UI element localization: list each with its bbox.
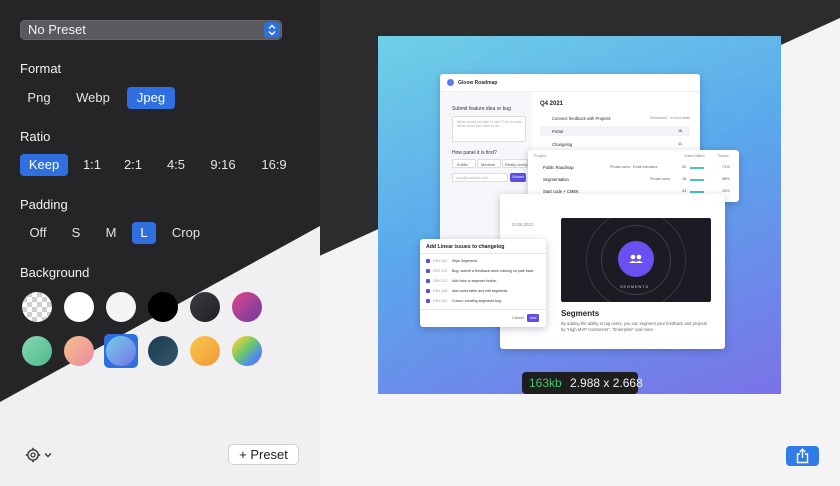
image-dimensions: 2.988 x 2.668	[570, 376, 643, 390]
chevron-up-down-icon	[264, 22, 280, 38]
padding-off[interactable]: Off	[24, 222, 52, 244]
padding-crop[interactable]: Crop	[168, 222, 204, 244]
padding-label: Padding	[20, 197, 68, 212]
option-really-lovely[interactable]: Really lovely	[502, 159, 528, 168]
feedback-textarea[interactable]: What would you like to see? Tell us more…	[452, 116, 526, 142]
settings-gear-button[interactable]	[25, 446, 55, 464]
changelog-date: 23.06.2022	[512, 222, 533, 227]
roadmap-item-status: Scheduled · In next week	[650, 116, 691, 120]
swatch-transparent[interactable]	[22, 292, 52, 322]
checkbox-checked[interactable]	[426, 259, 430, 263]
option-medium[interactable]: Medium	[477, 159, 501, 168]
swatch-teal-dark[interactable]	[148, 336, 178, 366]
checkbox-checked[interactable]	[426, 279, 430, 283]
roadmap-item-1: Portal	[552, 129, 563, 134]
users-icon	[618, 241, 654, 277]
format-webp[interactable]: Webp	[70, 87, 116, 109]
swatch-peach[interactable]	[64, 336, 94, 366]
add-preset-button[interactable]: + Preset	[228, 444, 299, 465]
swatch-white[interactable]	[64, 292, 94, 322]
linear-modal-title: Add Linear issues to changelog	[426, 244, 505, 250]
ratio-label: Ratio	[20, 129, 51, 144]
swatch-rainbow[interactable]	[232, 336, 262, 366]
table-header-votes: Votes tallied	[684, 154, 705, 158]
padding-m[interactable]: M	[100, 222, 122, 244]
roadmap-count-0: 16	[678, 129, 683, 133]
linear-issues-modal: Add Linear issues to changelog DEV-192 S…	[420, 239, 546, 327]
email-input[interactable]: your@example.com	[452, 173, 508, 182]
padding-l[interactable]: L	[132, 222, 156, 244]
submit-button[interactable]: Submit	[510, 173, 526, 182]
ratio-4-5[interactable]: 4:5	[161, 154, 191, 176]
swatch-blue-gradient[interactable]	[106, 336, 136, 366]
share-icon	[796, 448, 809, 464]
swatch-orange[interactable]	[190, 336, 220, 366]
padding-s[interactable]: S	[66, 222, 86, 244]
ratio-2-1[interactable]: 2:1	[119, 154, 147, 176]
panel-question: How panel it is first?	[452, 150, 497, 156]
background-label: Background	[20, 265, 90, 280]
segments-badge: SEGMENTS	[620, 284, 649, 289]
table-header-status: Status	[718, 154, 729, 158]
cancel-button[interactable]: Cancel	[512, 316, 524, 320]
checkbox-checked[interactable]	[426, 299, 430, 303]
format-label: Format	[20, 61, 62, 76]
swatch-light-gray[interactable]	[106, 292, 136, 322]
checkbox-checked[interactable]	[426, 289, 430, 293]
image-info-badge: 163kb 2.988 x 2.668	[522, 372, 643, 394]
segments-title: Segments	[561, 309, 600, 318]
checkbox-checked[interactable]	[426, 269, 430, 273]
format-jpeg[interactable]: Jpeg	[127, 87, 175, 109]
file-size: 163kb	[529, 376, 562, 390]
feedback-prompt: Submit feature idea or bug	[452, 106, 511, 112]
swatch-charcoal[interactable]	[190, 292, 220, 322]
preset-dropdown-value: No Preset	[28, 22, 86, 37]
add-button[interactable]: Add	[527, 314, 539, 322]
preview-canvas: Gloow Roadmap Submit feature idea or bug…	[378, 36, 781, 394]
table-header-project: Project	[534, 154, 546, 158]
segments-text: By adding the ability to tag users, you …	[561, 321, 708, 332]
share-export-button[interactable]	[786, 446, 819, 466]
swatch-magenta[interactable]	[232, 292, 262, 322]
option-a-little[interactable]: A little	[452, 159, 476, 168]
roadmap-item-2: Changelog	[552, 142, 573, 147]
roadmap-item-0: Connect feedback with Projects	[552, 116, 611, 121]
ratio-16-9[interactable]: 16:9	[256, 154, 292, 176]
swatch-mint[interactable]	[22, 336, 52, 366]
ratio-9-16[interactable]: 9:16	[205, 154, 241, 176]
roadmap-count-1: 11	[678, 142, 682, 146]
segments-hero-image: SEGMENTS	[561, 218, 711, 302]
quarter-heading: Q4 2021	[540, 101, 564, 107]
swatch-black[interactable]	[148, 292, 178, 322]
app-logo	[447, 79, 454, 86]
ratio-1-1[interactable]: 1:1	[79, 154, 105, 176]
format-png[interactable]: Png	[20, 87, 58, 109]
gear-icon	[25, 447, 52, 463]
ratio-keep[interactable]: Keep	[20, 154, 68, 176]
app-title: Gloow Roadmap	[458, 80, 498, 86]
preset-dropdown[interactable]: No Preset	[20, 20, 282, 40]
